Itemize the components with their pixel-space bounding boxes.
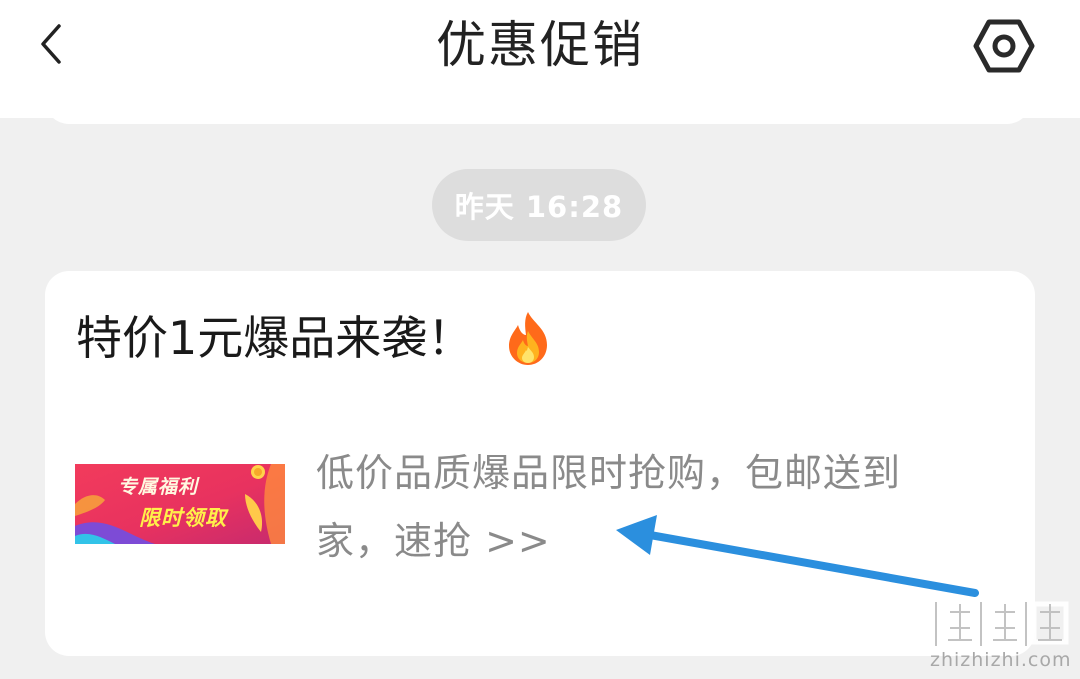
timestamp-pill: 昨天 16:28: [432, 169, 646, 241]
settings-button[interactable]: [968, 13, 1040, 79]
previous-message-card[interactable]: [45, 100, 1031, 124]
promo-message-card[interactable]: 特价1元爆品来袭！ 专属福利 限时领取 低价品质爆品限时抢购，包邮送到家，速抢 …: [45, 271, 1035, 656]
watermark-site: zhizhizhi.com: [930, 649, 1072, 671]
promo-banner-image[interactable]: 专属福利 限时领取: [75, 464, 285, 544]
message-body[interactable]: 低价品质爆品限时抢购，包邮送到家，速抢 >>: [316, 439, 976, 575]
banner-line-1: 专属福利: [118, 476, 199, 498]
message-title-row: 特价1元爆品来袭！: [76, 307, 553, 369]
banner-line-2: 限时领取: [139, 506, 227, 530]
hexagon-settings-icon: [973, 19, 1035, 73]
page-title: 优惠促销: [436, 16, 644, 74]
message-title: 特价1元爆品来袭！: [76, 311, 474, 365]
fire-icon: [503, 309, 553, 367]
